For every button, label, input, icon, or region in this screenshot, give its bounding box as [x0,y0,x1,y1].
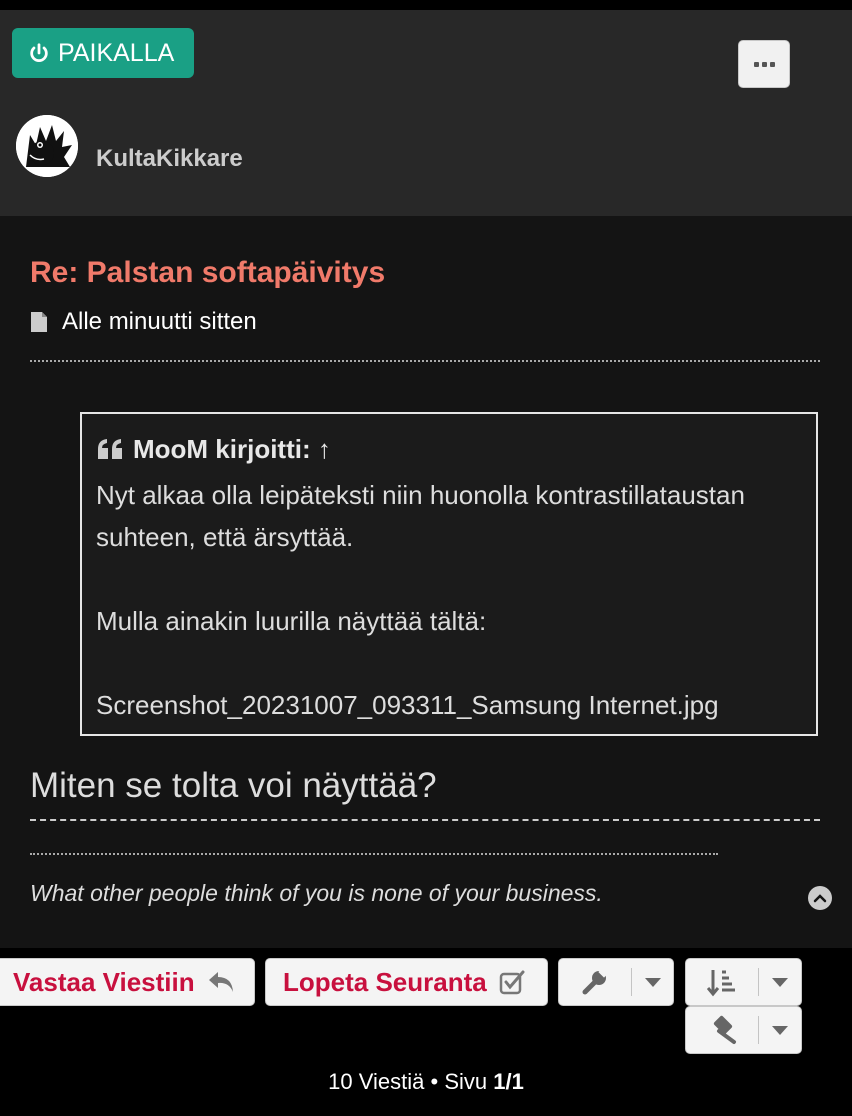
moderator-tools-caret[interactable] [759,1007,801,1053]
dot [769,61,775,67]
caret-down-icon [772,1025,788,1035]
page-number: 1/1 [493,1069,524,1094]
quote-paragraph: Mulla ainakin luurilla näyttää tältä: [96,606,487,636]
sort-icon [707,970,735,997]
quote-block: MooM kirjoitti: ↑ Nyt alkaa olla leipäte… [80,412,818,736]
post-header: PAIKALLA KultaKikkare [0,10,852,216]
content-divider [30,819,820,821]
caret-down-icon [772,977,788,987]
topic-tools-dropdown[interactable] [558,958,674,1006]
moderator-tools-button[interactable] [686,1007,758,1053]
dot [761,61,767,67]
post-count: 10 Viestiä • Sivu [328,1069,494,1094]
unwatch-button-label: Lopeta Seuranta [283,966,487,997]
wrench-icon [582,968,609,995]
username[interactable]: KultaKikkare [96,145,243,173]
back-to-top-button[interactable] [808,886,832,910]
signature: What other people think of you is none o… [30,880,603,906]
post-time[interactable]: Alle minuutti sitten [62,308,257,336]
reply-button[interactable]: Vastaa Viestiin [0,958,255,1006]
post-meta: Alle minuutti sitten [30,308,257,336]
moderator-tools-dropdown[interactable] [685,1006,802,1054]
quote-icon [98,439,122,459]
pagination-info: 10 Viestiä • Sivu 1/1 [0,1069,852,1095]
checkbox-checked-icon [499,970,525,995]
sort-dropdown[interactable] [685,958,802,1006]
quote-paragraph: Nyt alkaa olla leipäteksti niin huonolla… [96,480,745,552]
attachment-link[interactable]: Screenshot_20231007_093311_Samsung Inter… [96,684,802,726]
quote-header: MooM kirjoitti: ↑ [96,432,802,466]
reply-button-label: Vastaa Viestiin [13,966,195,997]
topic-tools-caret[interactable] [632,959,673,1005]
more-options-button[interactable] [738,40,790,88]
sort-caret[interactable] [759,959,801,1005]
post-body: Re: Palstan softapäivitys Alle minuutti … [0,216,852,948]
dot [753,61,759,67]
signature-divider [30,853,718,855]
chevron-up-icon [813,894,827,903]
power-icon [30,43,48,62]
topic-tools-button[interactable] [559,959,631,1005]
divider [30,360,820,362]
status-label: PAIKALLA [58,38,175,67]
document-icon [31,312,47,332]
post-content: Miten se tolta voi näyttää? [30,766,437,805]
post-title[interactable]: Re: Palstan softapäivitys [30,256,385,290]
hedgehog-avatar-image [16,115,78,177]
gavel-icon [713,1015,736,1044]
avatar[interactable] [16,115,78,177]
quote-author[interactable]: MooM kirjoitti: ↑ [133,432,331,466]
unwatch-button[interactable]: Lopeta Seuranta [265,958,548,1006]
caret-down-icon [644,977,661,987]
sort-button[interactable] [686,959,758,1005]
reply-icon [208,972,233,992]
online-status-badge: PAIKALLA [12,28,194,78]
